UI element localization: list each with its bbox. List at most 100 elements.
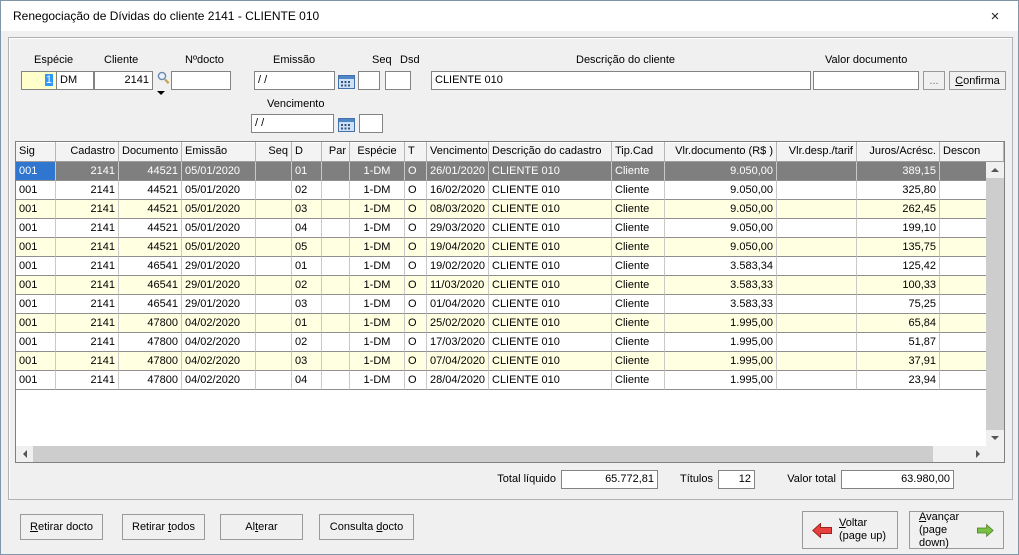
table-row[interactable]: 00121414780004/02/2020021-DMO17/03/2020C… [16,333,1004,352]
table-cell: 2141 [56,352,119,371]
emissao-input[interactable]: / / [254,71,335,90]
column-header[interactable]: Tip.Cad [612,142,665,162]
scroll-down-button[interactable] [986,430,1004,446]
scroll-left-button[interactable] [16,446,33,462]
column-header[interactable]: Descon [940,142,1004,162]
horizontal-scrollbar-track[interactable] [933,446,969,462]
table-cell: 44521 [119,200,182,219]
table-cell: 44521 [119,219,182,238]
table-cell: 2141 [56,238,119,257]
table-cell: 9.050,00 [665,162,777,181]
table-cell: Cliente [612,314,665,333]
table-cell: 05/01/2020 [182,238,256,257]
valor-total-field: 63.980,00 [841,470,954,489]
especie-input[interactable]: 1 [21,71,57,90]
nodocto-input[interactable] [171,71,231,90]
browse-button[interactable]: ... [923,71,945,90]
vencimento-input[interactable]: / / [251,114,334,133]
table-row[interactable]: 00121414452105/01/2020011-DMO26/01/2020C… [16,162,1004,181]
table-cell [777,314,857,333]
seq-input[interactable] [358,71,380,90]
column-header[interactable]: Espécie [350,142,405,162]
table-cell: 07/04/2020 [427,352,489,371]
table-row[interactable]: 00121414780004/02/2020011-DMO25/02/2020C… [16,314,1004,333]
confirma-button[interactable]: Confirma [949,71,1006,90]
emissao-calendar-button[interactable] [337,71,356,90]
vertical-scrollbar-thumb[interactable] [986,178,1004,430]
valor-documento-input[interactable] [813,71,919,90]
horizontal-scrollbar[interactable] [16,446,986,462]
table-cell: 1-DM [350,333,405,352]
column-header[interactable]: Vlr.desp./tarif [777,142,857,162]
table-cell [322,295,350,314]
column-header[interactable]: Documento [119,142,182,162]
vertical-scrollbar[interactable] [986,162,1004,446]
table-cell: O [405,333,427,352]
table-cell: CLIENTE 010 [489,162,612,181]
search-icon[interactable] [156,71,170,85]
table-cell: Cliente [612,295,665,314]
cliente-input[interactable]: 2141 [94,71,153,90]
table-cell: 2141 [56,257,119,276]
column-header[interactable]: Vlr.documento (R$ ) [665,142,777,162]
table-row[interactable]: 00121414452105/01/2020041-DMO29/03/2020C… [16,219,1004,238]
table-cell: 125,42 [857,257,940,276]
column-header[interactable]: Emissão [182,142,256,162]
calendar-icon [338,73,355,89]
column-header[interactable]: Cadastro [56,142,119,162]
column-header[interactable]: Seq [256,142,292,162]
table-cell: 1-DM [350,257,405,276]
table-row[interactable]: 00121414654129/01/2020021-DMO11/03/2020C… [16,276,1004,295]
table-cell: 44521 [119,162,182,181]
table-cell: CLIENTE 010 [489,238,612,257]
retirar-todos-button[interactable]: Retirar todos [122,514,205,540]
cliente-dropdown-arrow-icon[interactable] [157,91,165,99]
close-icon: × [991,8,1000,25]
table-row[interactable]: 00121414452105/01/2020051-DMO19/04/2020C… [16,238,1004,257]
alterar-button[interactable]: Alterar [220,514,303,540]
table-cell [322,257,350,276]
table-row[interactable]: 00121414452105/01/2020031-DMO08/03/2020C… [16,200,1004,219]
vencimento-calendar-button[interactable] [337,114,356,133]
column-header[interactable]: Vencimento [427,142,489,162]
table-cell [777,371,857,390]
table-cell: 001 [16,352,56,371]
table-cell: 2141 [56,181,119,200]
table-row[interactable]: 00121414780004/02/2020031-DMO07/04/2020C… [16,352,1004,371]
table-row[interactable]: 00121414654129/01/2020031-DMO01/04/2020C… [16,295,1004,314]
valor-documento-label: Valor documento [825,54,907,67]
table-cell: 01/04/2020 [427,295,489,314]
table-cell: 16/02/2020 [427,181,489,200]
column-header[interactable]: T [405,142,427,162]
consulta-docto-button[interactable]: Consulta docto [319,514,414,540]
avancar-button[interactable]: Avançar (page down) [909,511,1004,549]
scroll-up-button[interactable] [986,162,1004,178]
table-cell [322,219,350,238]
table-cell: 44521 [119,238,182,257]
horizontal-scrollbar-thumb[interactable] [33,446,933,462]
table-row[interactable]: 00121414654129/01/2020011-DMO19/02/2020C… [16,257,1004,276]
vencimento-extra-input[interactable] [359,114,383,133]
table-cell: 1-DM [350,295,405,314]
table-cell: 262,45 [857,200,940,219]
scroll-right-button[interactable] [969,446,986,462]
column-header[interactable]: D [292,142,322,162]
table-cell: CLIENTE 010 [489,371,612,390]
table-cell: O [405,295,427,314]
table-cell: 001 [16,314,56,333]
dsd-input[interactable] [385,71,411,90]
column-header[interactable]: Sig [16,142,56,162]
table-cell: 04 [292,219,322,238]
column-header[interactable]: Juros/Acrésc. [857,142,940,162]
column-header[interactable]: Descrição do cadastro [489,142,612,162]
retirar-docto-button[interactable]: Retirar docto [20,514,103,540]
table-row[interactable]: 00121414452105/01/2020021-DMO16/02/2020C… [16,181,1004,200]
especie-label: Espécie [34,54,73,67]
voltar-button[interactable]: Voltar (page up) [802,511,898,549]
table-cell: 001 [16,238,56,257]
column-header[interactable]: Par [322,142,350,162]
table-cell: 26/01/2020 [427,162,489,181]
close-button[interactable]: × [972,1,1018,31]
table-row[interactable]: 00121414780004/02/2020041-DMO28/04/2020C… [16,371,1004,390]
table-cell: 001 [16,219,56,238]
